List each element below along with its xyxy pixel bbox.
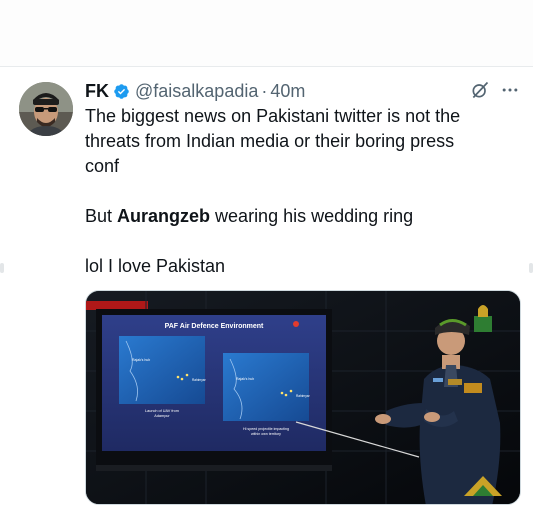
avatar[interactable] (19, 82, 73, 136)
tweet-para2-start: But (85, 206, 118, 226)
header-separator: · (261, 80, 268, 101)
author-name[interactable]: FK (85, 81, 109, 102)
tweet-line-2: threats from Indian media or their borin… (85, 131, 455, 151)
tweet-paragraph-3: lol I love Pakistan (85, 256, 226, 276)
right-map-caption-2: within own territory (251, 432, 281, 436)
left-map-caption-1: Launch of UAV from (145, 409, 179, 413)
grok-icon[interactable] (470, 80, 490, 100)
tweet-media-image[interactable]: PAF Air Defence Environment Rajak's hub … (85, 290, 521, 505)
profile-photo-icon (19, 82, 73, 136)
left-map-label: Rajak's hub (132, 358, 150, 362)
tweet-line-1: The biggest news on Pakistani twitter is… (85, 106, 461, 126)
tweet-header: FK @faisalkapadia · 40m (85, 79, 305, 103)
author-handle[interactable]: @faisalkapadia (135, 81, 258, 102)
empty-top-area (0, 0, 533, 66)
right-edge-marker (529, 263, 533, 273)
right-map-label: Rajak's hub (236, 377, 254, 381)
press-briefing-image: PAF Air Defence Environment Rajak's hub … (86, 291, 520, 504)
tweet-para2-end: wearing his wedding ring (210, 206, 414, 226)
tweet-line-3: conf (85, 156, 120, 176)
right-map-caption-1: Hi speed projectile impacting (243, 427, 289, 431)
tweet-paragraph-2: But Aurangzeb wearing his wedding ring (85, 204, 515, 229)
left-map-caption-2: Adampur (154, 414, 170, 418)
tweet-para2-bold: Aurangzeb (117, 206, 211, 226)
tweet-text: The biggest news on Pakistani twitter is… (85, 104, 515, 279)
tweet-timestamp[interactable]: 40m (270, 81, 305, 102)
right-map-marker-label: Rahimyar (296, 394, 311, 398)
left-map-marker-label: Rahimyar (192, 378, 207, 382)
left-edge-marker (0, 263, 4, 273)
screen-title: PAF Air Defence Environment (165, 323, 264, 330)
more-icon[interactable] (499, 80, 521, 100)
verified-badge-icon (114, 83, 129, 99)
